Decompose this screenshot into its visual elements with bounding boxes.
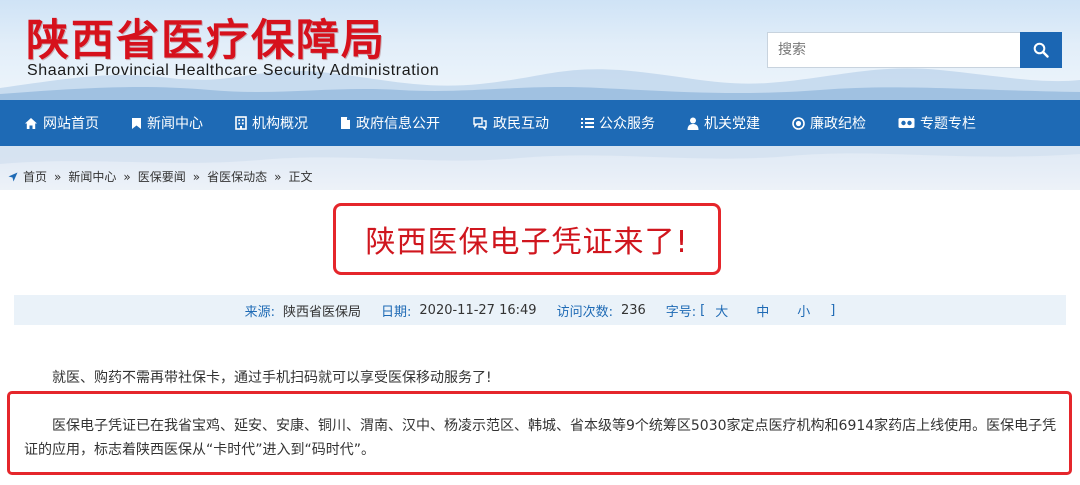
nav-item-special[interactable]: 专题专栏 [898, 100, 976, 146]
views-value: 236 [620, 302, 646, 318]
building-icon [235, 116, 247, 130]
breadcrumb-separator: » [274, 169, 282, 184]
nav-item-home[interactable]: 网站首页 [24, 100, 99, 146]
nav-label: 公众服务 [599, 116, 655, 132]
nav-label: 新闻中心 [147, 116, 203, 132]
breadcrumb: 首页 » 新闻中心 » 医保要闻 » 省医保动态 » 正文 [8, 168, 312, 185]
breadcrumb-separator: » [123, 169, 131, 184]
nav-label: 政民互动 [493, 116, 549, 132]
nav-label: 机构概况 [252, 116, 308, 132]
bracket-open: [ [700, 302, 706, 318]
location-arrow-icon [8, 172, 18, 181]
breadcrumb-separator: » [54, 169, 62, 184]
search-input[interactable] [767, 32, 1021, 68]
nav-item-public-service[interactable]: 公众服务 [581, 100, 655, 146]
nav-label: 廉政纪检 [810, 116, 866, 132]
views-label: 访问次数: [556, 304, 613, 320]
source-label: 来源: [244, 304, 275, 320]
breadcrumb-medical-news[interactable]: 医保要闻 [138, 168, 186, 185]
title-highlight-box: 陕西医保电子凭证来了! [333, 203, 721, 275]
breadcrumb-band: 首页 » 新闻中心 » 医保要闻 » 省医保动态 » 正文 [0, 146, 1080, 190]
article-paragraph-2: 医保电子凭证已在我省宝鸡、延安、安康、铜川、渭南、汉中、杨凌示范区、韩城、省本级… [24, 418, 1057, 458]
nav-item-party[interactable]: 机关党建 [687, 100, 760, 146]
bracket-close: ] [830, 302, 836, 318]
home-icon [25, 117, 37, 129]
nav-label: 专题专栏 [920, 116, 976, 132]
font-size-small-button[interactable]: 小 [797, 301, 810, 320]
nav-label: 机关党建 [704, 116, 760, 132]
search-icon [1033, 42, 1049, 58]
site-title-english: Shaanxi Provincial Healthcare Security A… [27, 62, 440, 79]
nav-item-news[interactable]: 新闻中心 [131, 100, 203, 146]
article-title: 陕西医保电子凭证来了! [365, 225, 689, 260]
breadcrumb-provincial-updates[interactable]: 省医保动态 [207, 168, 267, 185]
breadcrumb-current: 正文 [288, 170, 313, 184]
circle-icon [792, 116, 805, 130]
source-value: 陕西省医保局 [283, 304, 362, 320]
nav-label: 政府信息公开 [356, 116, 440, 132]
article-meta-bar: 来源: 陕西省医保局 日期: 2020-11-27 16:49 访问次数: 23… [14, 295, 1066, 325]
font-size-large-button[interactable]: 大 [715, 301, 728, 320]
chat-icon [473, 117, 487, 130]
font-size-medium-button[interactable]: 中 [756, 301, 769, 320]
site-title-chinese: 陕西省医疗保障局 [26, 16, 386, 66]
breadcrumb-home[interactable]: 首页 [23, 168, 47, 185]
breadcrumb-news-center[interactable]: 新闻中心 [68, 168, 116, 185]
font-size-label: 字号: [665, 304, 697, 320]
nav-item-organization[interactable]: 机构概况 [235, 100, 308, 146]
bookmark-icon [132, 117, 141, 129]
file-icon [341, 117, 350, 129]
date-label: 日期: [381, 304, 412, 320]
main-nav: 网站首页 新闻中心 机构概况 政府信息公开 政民互动 公众服务 机关党建 廉政纪… [0, 100, 1080, 146]
article-paragraph-1: 就医、购药不需再带社保卡，通过手机扫码就可以享受医保移动服务了! [52, 370, 492, 386]
video-icon [898, 118, 915, 128]
list-icon [581, 118, 594, 128]
nav-item-interaction[interactable]: 政民互动 [472, 100, 549, 146]
search-button[interactable] [1020, 32, 1062, 68]
nav-item-discipline[interactable]: 廉政纪检 [792, 100, 866, 146]
date-value: 2020-11-27 16:49 [419, 302, 537, 318]
user-icon [687, 117, 699, 130]
nav-item-gov-info[interactable]: 政府信息公开 [340, 100, 440, 146]
nav-label: 网站首页 [43, 116, 99, 132]
site-header: 陕西省医疗保障局 Shaanxi Provincial Healthcare S… [0, 0, 1080, 100]
breadcrumb-separator: » [192, 169, 201, 184]
